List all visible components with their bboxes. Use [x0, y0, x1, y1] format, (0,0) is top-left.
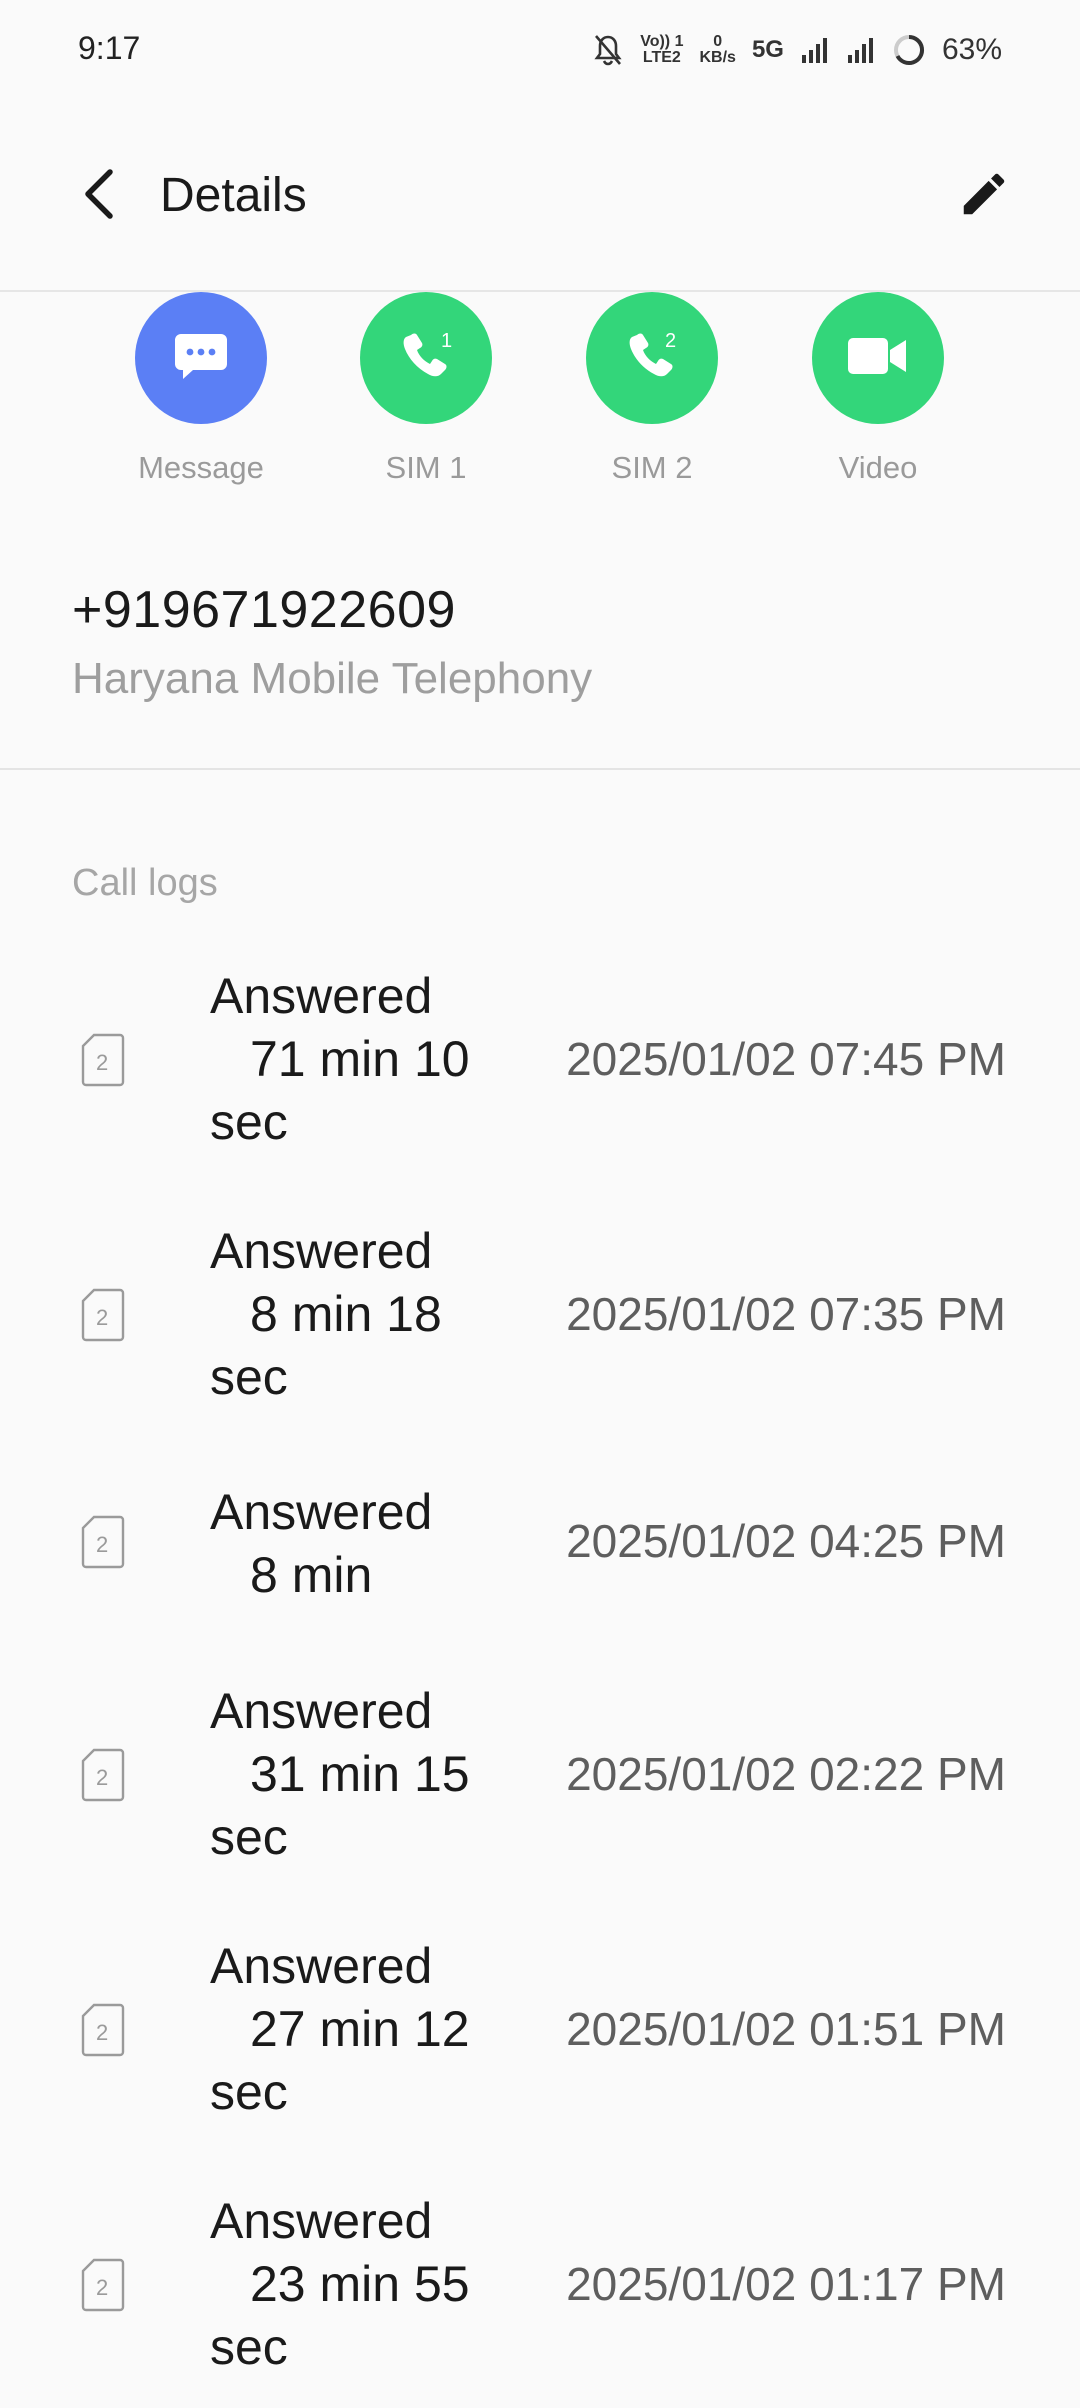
video-label: Video [838, 450, 918, 485]
call-duration: 71 min 10 [250, 1031, 470, 1087]
net-speed-unit: KB/s [699, 49, 736, 66]
video-icon [846, 334, 910, 383]
sim2-icon: 2 [80, 1032, 126, 1088]
sim1-call-action[interactable]: 1 SIM 1 [336, 292, 516, 486]
page-title: Details [160, 169, 307, 222]
sim-number: 2 [96, 1305, 108, 1330]
sim2-icon: 2 [80, 2257, 126, 2313]
network-type: 5G [751, 36, 784, 63]
call-log-row[interactable]: 2 Answered 27 min 12 sec 2025/01/02 01:5… [0, 1930, 1080, 2130]
call-log-row[interactable]: 2 Answered 8 min 18 sec 2025/01/02 07:35… [0, 1215, 1080, 1415]
call-log-row[interactable]: 2 Answered 8 min 2025/01/02 04:25 PM [0, 1476, 1080, 1626]
lte-label: LTE2 [642, 49, 681, 66]
sim-number: 2 [96, 1532, 108, 1557]
call-status: Answered [210, 1938, 433, 1994]
sim2-icon: 2 [80, 1747, 126, 1803]
call-status: Answered [210, 2193, 433, 2249]
back-button[interactable] [70, 160, 130, 232]
battery-icon [892, 33, 926, 67]
sim-number: 2 [96, 2275, 108, 2300]
message-action[interactable]: Message [111, 292, 291, 486]
divider [0, 768, 1080, 770]
sim1-call-button[interactable]: 1 [360, 292, 492, 424]
call-duration: 8 min 18 [250, 1286, 442, 1342]
call-datetime: 2025/01/02 07:35 PM [566, 1288, 1006, 1340]
quick-actions: Message 1 SIM 1 2 SIM 2 Video [0, 292, 1080, 502]
status-bar: 9:17 Vo)) 1 LTE2 0 KB/s 5G 63% [0, 0, 1080, 100]
call-duration-tail: sec [210, 1809, 288, 1865]
sim2-label: SIM 2 [611, 450, 693, 485]
signal-icon-2 [846, 35, 876, 65]
call-duration: 23 min 55 [250, 2256, 470, 2312]
call-log-text: Answered 8 min 18 sec [210, 1220, 442, 1409]
call-duration-tail: sec [210, 2064, 288, 2120]
call-datetime: 2025/01/02 01:51 PM [566, 2003, 1006, 2055]
call-log-row[interactable]: 2 Answered 71 min 10 sec 2025/01/02 07:4… [0, 960, 1080, 1160]
contact-info: +919671922609 Haryana Mobile Telephony [72, 580, 1012, 704]
call-duration: 8 min [250, 1547, 373, 1603]
message-label: Message [138, 450, 264, 485]
call-datetime: 2025/01/02 04:25 PM [566, 1515, 1006, 1567]
call-duration: 31 min 15 [250, 1746, 470, 1802]
sim2-icon: 2 [80, 1287, 126, 1343]
volte-indicator: Vo)) 1 LTE2 [640, 34, 683, 66]
call-duration-tail: sec [210, 2319, 288, 2375]
call-log-text: Answered 27 min 12 sec [210, 1935, 470, 2124]
call-datetime: 2025/01/02 07:45 PM [566, 1033, 1006, 1085]
mute-bell-icon [592, 33, 624, 67]
video-call-button[interactable] [812, 292, 944, 424]
edit-button[interactable] [948, 160, 1020, 232]
signal-icon [800, 35, 830, 65]
message-button[interactable] [135, 292, 267, 424]
call-datetime: 2025/01/02 02:22 PM [566, 1748, 1006, 1800]
sim-number: 2 [96, 1765, 108, 1790]
call-datetime: 2025/01/02 01:17 PM [566, 2258, 1006, 2310]
sim2-icon: 2 [80, 2002, 126, 2058]
call-duration: 27 min 12 [250, 2001, 470, 2057]
app-header: Details [0, 100, 1080, 292]
message-icon [173, 330, 229, 387]
sim1-badge: 1 [441, 330, 452, 352]
call-status: Answered [210, 1683, 433, 1739]
call-log-text: Answered 8 min [210, 1481, 432, 1607]
call-log-text: Answered 31 min 15 sec [210, 1680, 470, 1869]
sim2-call-action[interactable]: 2 SIM 2 [562, 292, 742, 486]
call-log-text: Answered 23 min 55 sec [210, 2190, 470, 2379]
sim2-call-button[interactable]: 2 [586, 292, 718, 424]
carrier-label: Haryana Mobile Telephony [72, 654, 593, 703]
video-call-action[interactable]: Video [788, 292, 968, 486]
volte-label: Vo)) 1 [640, 33, 684, 50]
call-duration-tail: sec [210, 1094, 288, 1150]
call-duration-tail: sec [210, 1349, 288, 1405]
sim-number: 2 [96, 1050, 108, 1075]
battery-level: 63% [941, 33, 1002, 66]
call-status: Answered [210, 1484, 433, 1540]
sim-number: 2 [96, 2020, 108, 2045]
call-status: Answered [210, 1223, 433, 1279]
call-log-text: Answered 71 min 10 sec [210, 965, 470, 1154]
sim1-label: SIM 1 [385, 450, 467, 485]
status-icons: Vo)) 1 LTE2 0 KB/s 5G 63% [592, 28, 1002, 72]
phone-sim1-icon: 1 [395, 325, 457, 392]
phone-sim2-icon: 2 [621, 325, 683, 392]
call-logs-title: Call logs [72, 862, 218, 904]
back-arrow-icon [82, 168, 118, 225]
phone-number[interactable]: +919671922609 [72, 580, 1012, 640]
call-status: Answered [210, 968, 433, 1024]
net-speed: 0 KB/s [699, 34, 735, 66]
call-log-row[interactable]: 2 Answered 31 min 15 sec 2025/01/02 02:2… [0, 1675, 1080, 1875]
pencil-icon [957, 167, 1011, 226]
sim2-icon: 2 [80, 1514, 126, 1570]
sim2-badge: 2 [665, 330, 676, 352]
call-log-row[interactable]: 2 Answered 23 min 55 sec 2025/01/02 01:1… [0, 2185, 1080, 2385]
status-time: 9:17 [78, 30, 141, 66]
net-speed-value: 0 [713, 33, 723, 50]
